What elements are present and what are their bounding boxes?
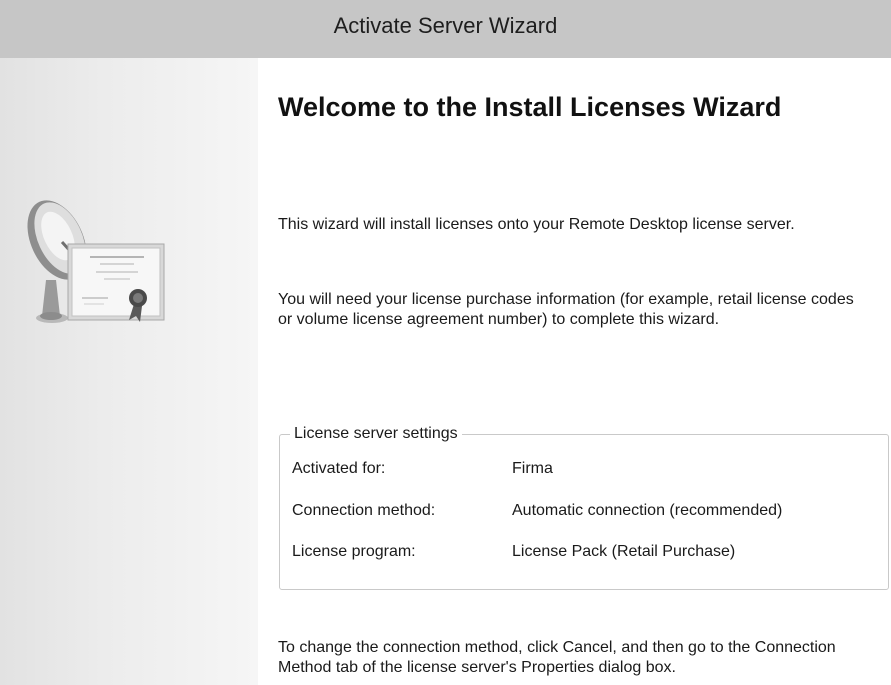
intro-text: This wizard will install licenses onto y…	[278, 216, 795, 233]
window-title: Activate Server Wizard	[333, 13, 558, 38]
footer-note: To change the connection method, click C…	[278, 639, 836, 676]
wizard-content: Welcome to the Install Licenses Wizard T…	[258, 58, 891, 685]
setting-value: License Pack (Retail Purchase)	[512, 543, 736, 560]
setting-value: Automatic connection (recommended)	[512, 502, 783, 519]
satellite-dish-certificate-icon	[27, 200, 165, 323]
groupbox-legend: License server settings	[290, 424, 462, 444]
requirements-text: You will need your license purchase info…	[278, 291, 854, 328]
license-server-settings-group: License server settings Activated for: F…	[279, 424, 889, 590]
setting-value: Firma	[512, 460, 553, 477]
setting-label: License program:	[292, 543, 416, 560]
page-title: Welcome to the Install Licenses Wizard	[278, 92, 782, 122]
window-titlebar: Activate Server Wizard	[0, 0, 891, 58]
wizard-sidebar	[0, 58, 258, 685]
setting-label: Connection method:	[292, 502, 436, 519]
setting-label: Activated for:	[292, 460, 386, 477]
